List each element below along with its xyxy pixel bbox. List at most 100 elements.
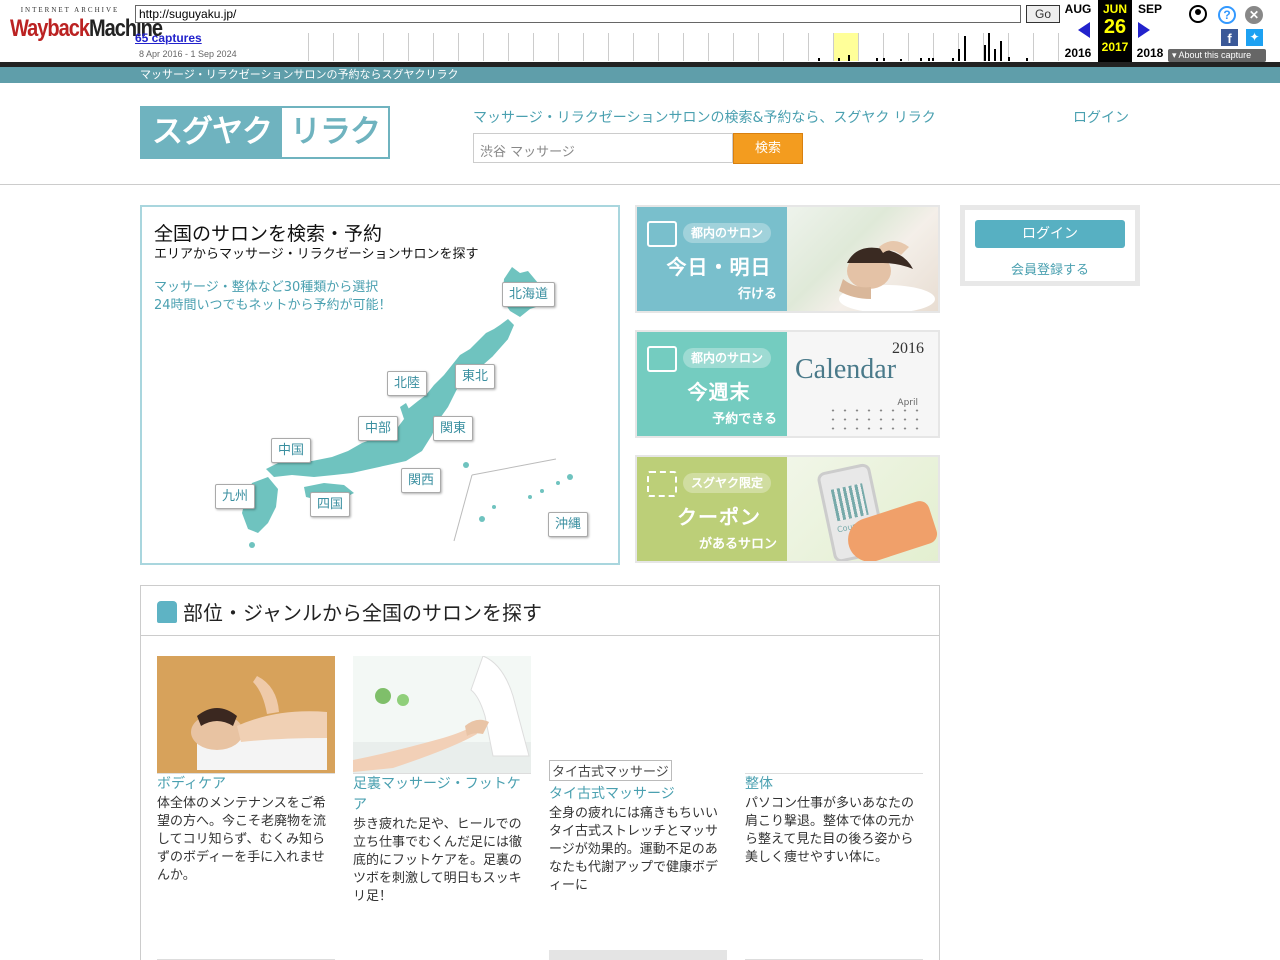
- sparkline-capture-bar: [932, 58, 934, 61]
- region-okinawa[interactable]: 沖縄: [548, 512, 589, 537]
- sparkline-capture-bar: [818, 58, 820, 61]
- wayback-go-button[interactable]: Go: [1026, 5, 1060, 23]
- user-icon[interactable]: [1189, 5, 1207, 23]
- banner-headline: クーポン: [677, 505, 761, 529]
- region-chugoku[interactable]: 中国: [271, 438, 312, 463]
- search-button[interactable]: 検索: [733, 133, 803, 164]
- wayback-date-range: 8 Apr 2016 - 1 Sep 2024: [139, 49, 237, 59]
- prev-arrow-icon[interactable]: [1078, 22, 1090, 38]
- site-tagline: マッサージ・リラクゼーションサロンの検索&予約なら、スグヤク リラク: [473, 110, 936, 126]
- genre-description: パソコン仕事が多いあなたの肩こり撃退。整体で体の元から整えて見た目の後ろ姿から美…: [745, 796, 915, 865]
- sparkline-capture-bar: [1026, 58, 1028, 61]
- sparkline-capture-bar: [838, 58, 840, 61]
- side-login-button[interactable]: ログイン: [975, 220, 1125, 248]
- sparkline-month-column: [733, 33, 734, 61]
- close-icon[interactable]: ✕: [1245, 6, 1263, 24]
- region-hokkaido[interactable]: 北海道: [502, 282, 556, 307]
- sparkline-month-column: [933, 33, 934, 61]
- facebook-icon[interactable]: f: [1221, 29, 1238, 46]
- banner-today-tomorrow[interactable]: 都内のサロン 今日・明日 行ける: [635, 205, 940, 313]
- header-login-link[interactable]: ログイン: [1073, 107, 1129, 127]
- wayback-sparkline[interactable]: [308, 33, 1060, 61]
- wayback-prev-month[interactable]: AUG: [1060, 2, 1096, 16]
- help-icon[interactable]: ?: [1218, 6, 1236, 24]
- map-title: 全国のサロンを検索・予約: [154, 223, 383, 245]
- region-shikoku[interactable]: 四国: [310, 492, 351, 517]
- wayback-cur-month: JUN: [1102, 2, 1127, 16]
- genre-card-body-care[interactable]: ボディケア 体全体のメンテナンスをご希望の方へ。今こそ老廃物を流してコリ知らず、…: [157, 656, 335, 885]
- side-member-box: ログイン 会員登録する: [960, 205, 1140, 286]
- search-input[interactable]: 渋谷 マッサージ: [473, 133, 733, 163]
- massage-photo-icon: [839, 241, 935, 311]
- sparkline-capture-bar: [900, 59, 902, 61]
- region-tohoku[interactable]: 東北: [455, 364, 496, 389]
- sparkline-capture-bar: [988, 33, 990, 61]
- banner-coupon[interactable]: スグヤク限定 クーポン があるサロン Coupon: [635, 455, 940, 563]
- banner-pill: スグヤク限定: [683, 473, 772, 493]
- site-logo-part-a: スグヤク: [152, 114, 273, 150]
- thai-spacer: [549, 656, 727, 760]
- genre-card-seitai[interactable]: 整体 パソコン仕事が多いあなたの肩こり撃退。整体で体の元から整えて見た目の後ろ姿…: [745, 656, 923, 867]
- foot-care-photo: [353, 656, 531, 774]
- wayback-captures-link[interactable]: 65 captures: [135, 31, 202, 45]
- genre-caption[interactable]: 足裏マッサージ・フットケア: [353, 774, 531, 816]
- wayback-logo[interactable]: INTERNET ARCHIVE WaybackMachine: [10, 6, 163, 50]
- wayback-url-input[interactable]: http://suguyaku.jp/: [135, 5, 1021, 23]
- banner-photo-calendar: 2016 Calendar April: [787, 332, 938, 436]
- thai-massage-broken-image: タイ古式マッサージ: [549, 760, 727, 784]
- banner-photo-phone: Coupon: [787, 457, 938, 561]
- twitter-icon[interactable]: ✦: [1246, 29, 1263, 46]
- banner-headline: 今日・明日: [666, 255, 772, 279]
- wayback-prev-year[interactable]: 2016: [1060, 46, 1096, 60]
- region-kansai[interactable]: 関西: [401, 468, 442, 493]
- sparkline-month-column: [358, 33, 359, 61]
- banner-this-weekend[interactable]: 都内のサロン 今週末 予約できる 2016 Calendar April: [635, 330, 940, 438]
- sparkline-month-column: [708, 33, 709, 61]
- sparkline-capture-bar: [876, 58, 878, 61]
- genre-description: 歩き疲れた足や、ヒールでの立ち仕事でむくんだ足には徹底的にフットケアを。足裏のツ…: [353, 817, 523, 904]
- wayback-toolbar: INTERNET ARCHIVE WaybackMachine http://s…: [0, 0, 1280, 67]
- region-chubu[interactable]: 中部: [358, 416, 399, 441]
- seitai-image-placeholder: [745, 656, 923, 774]
- genre-card-thai-massage[interactable]: タイ古式マッサージ タイ古式マッサージ 全身の疲れには痛きもちいいタイ古式ストレ…: [549, 656, 727, 895]
- body-torso-icon: [157, 601, 177, 623]
- sparkline-month-column: [333, 33, 334, 61]
- sparkline-month-column: [633, 33, 634, 61]
- side-register-link[interactable]: 会員登録する: [965, 259, 1135, 278]
- genre-section: 部位・ジャンルから全国のサロンを探す ボディケア 体全体のメンテナンスをご希望の…: [140, 585, 940, 960]
- sparkline-month-column: [558, 33, 559, 61]
- sparkline-capture-bar: [952, 58, 954, 61]
- region-kanto[interactable]: 関東: [433, 416, 474, 441]
- genre-caption[interactable]: ボディケア: [157, 774, 335, 795]
- scissors-icon: [647, 471, 677, 497]
- sparkline-month-column: [483, 33, 484, 61]
- wayback-cur-year: 2017: [1101, 40, 1129, 54]
- sparkline-month-column: [508, 33, 509, 61]
- sparkline-month-column: [908, 33, 909, 61]
- region-kyushu[interactable]: 九州: [215, 484, 256, 509]
- site-topbar: マッサージ・リラクゼーションサロンの予約ならスグヤクリラク: [0, 67, 1280, 83]
- wayback-logo-main: WaybackMachine: [10, 16, 163, 44]
- wayback-cur-day: 26: [1103, 16, 1127, 38]
- sparkline-month-column: [433, 33, 434, 61]
- genre-caption[interactable]: 整体: [745, 774, 923, 795]
- calendar-grid-icon: [827, 406, 927, 434]
- wayback-next-year[interactable]: 2018: [1132, 46, 1168, 60]
- about-capture-button[interactable]: ▾ About this capture: [1168, 49, 1266, 62]
- sparkline-month-column: [683, 33, 684, 61]
- genre-header: 部位・ジャンルから全国のサロンを探す: [141, 586, 939, 636]
- next-arrow-icon[interactable]: [1138, 22, 1150, 38]
- wayback-next-month[interactable]: SEP: [1132, 2, 1168, 16]
- site-logo-part-b: リラク: [282, 108, 388, 157]
- genre-card-foot-care[interactable]: 足裏マッサージ・フットケア 歩き疲れた足や、ヒールでの立ち仕事でむくんだ足には徹…: [353, 656, 531, 906]
- site-logo[interactable]: スグヤク リラク: [140, 106, 390, 159]
- sparkline-month-column: [533, 33, 534, 61]
- genre-description: 全身の疲れには痛きもちいいタイ古式ストレッチとマッサージが効果的。運動不足のあな…: [549, 806, 719, 893]
- region-hokuriku[interactable]: 北陸: [387, 371, 428, 396]
- sparkline-month-column: [383, 33, 384, 61]
- body-care-photo: [157, 656, 335, 774]
- banner-subline: 予約できる: [712, 412, 777, 427]
- genre-caption[interactable]: タイ古式マッサージ: [549, 784, 727, 805]
- site-topbar-text: マッサージ・リラクゼーションサロンの予約ならスグヤクリラク: [140, 68, 459, 81]
- sparkline-month-column: [783, 33, 784, 61]
